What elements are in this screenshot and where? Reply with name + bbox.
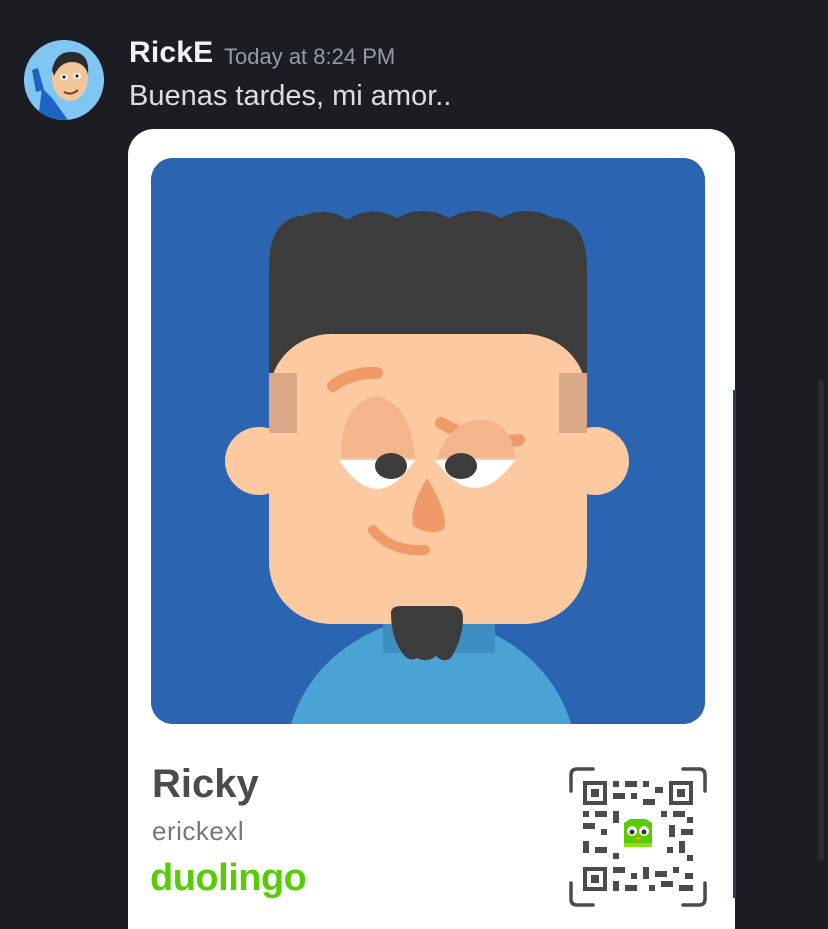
profile-display-name: Ricky <box>152 762 259 806</box>
chat-message: RickE Today at 8:24 PM Buenas tardes, mi… <box>0 0 828 929</box>
duo-owl-icon <box>621 817 655 851</box>
profile-username: erickexl <box>152 816 245 846</box>
chat-scrollbar[interactable] <box>818 380 824 860</box>
qr-code-icon <box>569 767 707 907</box>
user-avatar[interactable] <box>24 40 104 120</box>
message-timestamp: Today at 8:24 PM <box>224 44 396 69</box>
message-text: Buenas tardes, mi amor.. <box>129 80 452 112</box>
character-portrait <box>151 158 705 724</box>
card-edge-shadow <box>733 390 736 898</box>
message-author[interactable]: RickE <box>129 36 213 70</box>
profile-card-image[interactable]: Ricky erickexl duolingo <box>128 129 735 929</box>
duolingo-wordmark: duolingo <box>150 857 307 899</box>
